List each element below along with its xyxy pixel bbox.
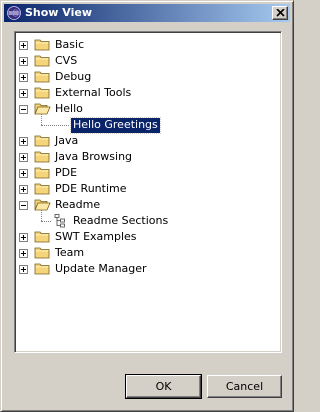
tree-item-label: Readme (55, 198, 101, 211)
close-icon (276, 9, 285, 17)
tree-category-item[interactable]: PDE Runtime (15, 181, 279, 197)
expand-toggle[interactable] (19, 169, 28, 178)
tree-category-item[interactable]: Java Browsing (15, 149, 279, 165)
folder-icon (34, 165, 51, 180)
tree-connector-line (41, 114, 42, 125)
folder-icon (34, 181, 51, 196)
tree-category-item[interactable]: Basic (15, 37, 279, 53)
tree-item-label: Readme Sections (73, 214, 169, 227)
view-tree[interactable]: Basic CVS Debug External Tools Hello Hello Gr… (14, 31, 282, 353)
tree-item-label: Basic (55, 38, 85, 51)
tree-item-label: Java (55, 134, 79, 147)
expand-toggle[interactable] (19, 73, 28, 82)
tree-category-item[interactable]: Team (15, 245, 279, 261)
tree-category-item[interactable]: Hello (15, 101, 279, 117)
tree-category-item[interactable]: Readme (15, 197, 279, 213)
folder-icon (34, 133, 51, 148)
tree-category-item[interactable]: CVS (15, 53, 279, 69)
ok-button[interactable]: OK (125, 374, 202, 399)
readme-sections-icon (52, 213, 68, 229)
tree-item-label: CVS (55, 54, 78, 67)
folder-icon (34, 149, 51, 164)
tree-connector-line (41, 221, 51, 222)
expand-toggle[interactable] (19, 137, 28, 146)
tree-category-item[interactable]: SWT Examples (15, 229, 279, 245)
expand-toggle[interactable] (19, 89, 28, 98)
tree-item-label: Team (55, 246, 85, 259)
folder-icon (34, 53, 51, 68)
folder-open-icon (34, 197, 51, 212)
tree-child-item[interactable]: Hello Greetings (15, 114, 279, 134)
tree-item-label-selected: Hello Greetings (70, 117, 161, 134)
tree-category-item[interactable]: PDE (15, 165, 279, 181)
eclipse-app-icon (6, 5, 22, 21)
close-button[interactable] (272, 6, 288, 20)
expand-toggle[interactable] (19, 265, 28, 274)
collapse-toggle[interactable] (19, 105, 28, 114)
tree-item-label: SWT Examples (55, 230, 137, 243)
tree-connector-line (41, 125, 69, 126)
tree-item-label: Java Browsing (55, 150, 133, 163)
expand-toggle[interactable] (19, 249, 28, 258)
tree-child-item[interactable]: Readme Sections (15, 210, 279, 229)
folder-icon (34, 69, 51, 84)
folder-icon (34, 245, 51, 260)
cancel-button[interactable]: Cancel (207, 375, 282, 398)
expand-toggle[interactable] (19, 185, 28, 194)
tree-category-item[interactable]: Debug (15, 69, 279, 85)
folder-open-icon (34, 101, 51, 116)
folder-icon (34, 229, 51, 244)
tree-category-item[interactable]: Java (15, 133, 279, 149)
dialog-title: Show View (25, 6, 93, 19)
tree-item-label: PDE Runtime (55, 182, 127, 195)
tree-category-item[interactable]: External Tools (15, 85, 279, 101)
expand-toggle[interactable] (19, 57, 28, 66)
expand-toggle[interactable] (19, 153, 28, 162)
folder-icon (34, 261, 51, 276)
expand-toggle[interactable] (19, 233, 28, 242)
tree-item-label: Debug (55, 70, 92, 83)
tree-item-label: Hello (55, 102, 83, 115)
show-view-dialog: Show View Basic CVS Debug External Tools Hel… (0, 0, 294, 412)
tree-category-item[interactable]: Update Manager (15, 261, 279, 277)
tree-connector-line (41, 210, 42, 221)
title-bar[interactable]: Show View (4, 4, 290, 22)
collapse-toggle[interactable] (19, 201, 28, 210)
tree-item-label: Update Manager (55, 262, 147, 275)
tree-item-label: PDE (55, 166, 78, 179)
folder-icon (34, 37, 51, 52)
tree-item-label: External Tools (55, 86, 132, 99)
expand-toggle[interactable] (19, 41, 28, 50)
folder-icon (34, 85, 51, 100)
